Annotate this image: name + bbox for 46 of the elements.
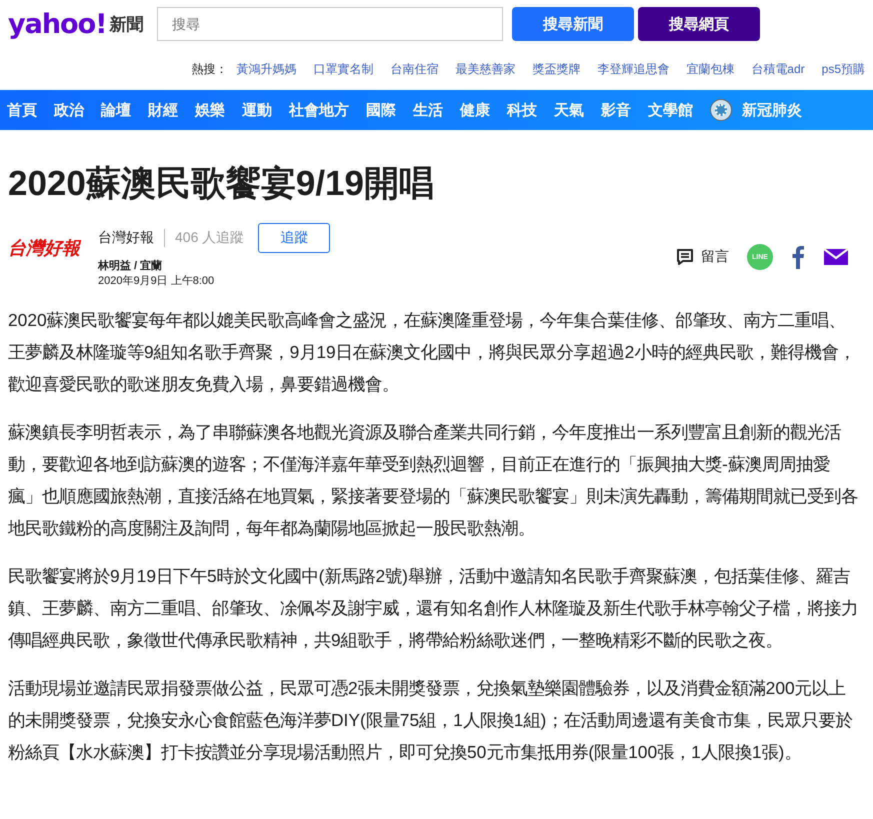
follower-count: 406 人追蹤	[175, 229, 244, 247]
article-paragraph: 2020蘇澳民歌饗宴每年都以媲美民歌高峰會之盛況，在蘇澳隆重登場，今年集合葉佳修、邰肇玫、南方二重唱、王夢麟及林隆璇等9組知名歌手齊聚，9月19日在蘇澳文化國中，將與民眾分享超過2小時的經典民歌，難得機會，歡迎喜愛民歌的歌迷朋友免費入場，鼻要錯過機會。	[8, 309, 856, 396]
nav-link[interactable]: 娛樂	[195, 100, 225, 120]
facebook-icon[interactable]	[791, 245, 805, 269]
hot-search-link[interactable]: 黃鴻升媽媽	[236, 60, 296, 78]
nav-link[interactable]: 社會地方	[289, 100, 349, 120]
search-web-button[interactable]: 搜尋網頁	[638, 7, 760, 41]
nav-link[interactable]: 文學館	[648, 100, 693, 120]
hot-search-link[interactable]: 口罩實名制	[313, 60, 374, 78]
hot-search-link[interactable]: ps5預購	[822, 60, 865, 78]
hot-search-link[interactable]: 台南住宿	[390, 60, 438, 78]
hot-search-link[interactable]: 宜蘭包棟	[686, 60, 734, 78]
author-text: 林明益 / 宜蘭	[98, 258, 164, 273]
virus-badge-icon	[710, 99, 732, 121]
article-paragraph: 蘇澳鎮長李明哲表示，為了串聯蘇澳各地觀光資源及聯合產業共同行銷，今年度推出一系列豐富且創新的觀光活動，要歡迎各地到訪蘇澳的遊客；不僅海洋嘉年華受到熱烈迴響，目前正在進行的「振興抽大獎-蘇澳周周抽愛瘋」也順應國旅熱潮，直接活絡在地買氣，緊接著要登場的「蘇澳民歌饗宴」則未演先轟動，籌備期間就已受到各地民歌鐵粉的高度關注及詢問，每年都為蘭陽地區掀起一股民歌熱潮。	[8, 421, 859, 540]
nav-link[interactable]: 政治	[54, 100, 84, 120]
article-paragraph: 活動現場並邀請民眾捐發票做公益，民眾可憑2張未開獎發票，兌換氣墊樂園體驗券，以及消費金額滿200元以上的未開獎發票，兌換安永心食館藍色海洋夢DIY(限量75組，1人限換1組)；在活動周邊還有美食市集，民眾只要於粉絲頁【水水蘇澳】打卡按讚並分享現場活動照片，即可兌換50元市集抵用券(限量100張，1人限換1張)。	[8, 677, 854, 764]
nav-link[interactable]: 國際	[366, 100, 396, 120]
nav-link[interactable]: 影音	[601, 100, 631, 120]
nav-link[interactable]: 論壇	[101, 100, 131, 120]
nav-link[interactable]: 健康	[460, 100, 490, 120]
news-logo-text: 新聞	[109, 14, 144, 36]
publisher-logo[interactable]: 台灣好報	[8, 236, 98, 260]
publisher-name[interactable]: 台灣好報	[98, 229, 165, 247]
nav-link[interactable]: 生活	[413, 100, 443, 120]
mail-icon[interactable]	[823, 247, 849, 267]
hot-search-link[interactable]: 獎盃獎牌	[532, 60, 580, 78]
nav-link[interactable]: 新冠肺炎	[742, 100, 802, 120]
yahoo-logo[interactable]: yahoo!	[8, 8, 106, 40]
nav-link[interactable]: 首頁	[7, 100, 37, 120]
comment-icon	[675, 247, 695, 267]
nav-link[interactable]: 運動	[242, 100, 272, 120]
article-paragraph: 民歌饗宴將於9月19日下午5時於文化國中(新馬路2號)舉辦，活動中邀請知名民歌手齊聚蘇澳，包括葉佳修、羅吉鎮、王夢麟、南方二重唱、邰肇玫、凃佩岑及謝宇威，還有知名創作人林隆璇及新生代歌手林亭翰父子檔，將接力傳唱經典民歌，象徵世代傳承民歌精神，共9組歌手，將帶給粉絲歌迷們，一整晚精彩不斷的民歌之夜。	[8, 565, 859, 652]
nav-link[interactable]: 財經	[148, 100, 178, 120]
search-news-button[interactable]: 搜尋新聞	[512, 7, 634, 41]
follow-button[interactable]: 追蹤	[258, 223, 330, 253]
search-field[interactable]: 搜尋	[157, 7, 503, 41]
hot-search-link[interactable]: 台積電adr	[751, 60, 805, 78]
hot-search-link[interactable]: 最美慈善家	[455, 60, 516, 78]
hot-search-label: 熱搜：	[191, 60, 228, 78]
comment-button[interactable]: 留言	[675, 247, 729, 267]
article-title: 2020蘇澳民歌饗宴9/19開唱	[8, 164, 435, 204]
hot-search-link[interactable]: 李登輝追思會	[597, 60, 670, 78]
publish-date: 2020年9月9日 上午8:00	[98, 274, 216, 288]
nav-link[interactable]: 天氣	[554, 100, 584, 120]
nav-link[interactable]: 科技	[507, 100, 537, 120]
